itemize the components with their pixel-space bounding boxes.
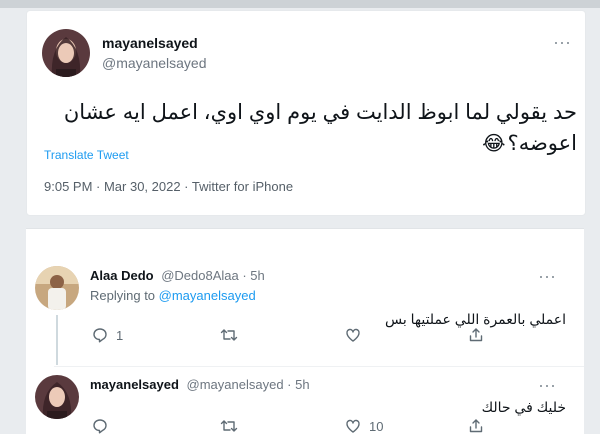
top-band xyxy=(0,0,600,8)
reply1-avatar-image xyxy=(35,266,79,310)
avatar-image xyxy=(42,29,90,77)
replies-section: Alaa Dedo @Dedo8Alaa · 5h ··· Replying t… xyxy=(26,228,584,434)
reply-icon xyxy=(93,419,107,434)
reply1-header: Alaa Dedo @Dedo8Alaa · 5h xyxy=(90,268,265,283)
reply2-like-count: 10 xyxy=(369,418,384,434)
more-dots-icon[interactable]: ··· xyxy=(553,33,571,51)
reply2-share-button[interactable] xyxy=(468,418,484,434)
reply2-avatar[interactable] xyxy=(35,375,79,419)
tweet-timestamp[interactable]: 9:05 PM · Mar 30, 2022 · Twitter for iPh… xyxy=(44,179,293,194)
share-icon xyxy=(469,328,483,342)
retweet-icon xyxy=(220,329,238,341)
reply-icon xyxy=(93,328,107,343)
replying-to-prefix: Replying to xyxy=(90,288,159,303)
reply2-header: mayanelsayed @mayanelsayed · 5h xyxy=(90,377,310,392)
tweet-text-line1: حد يقولي لما ابوظ الدايت في يوم اوي اوي،… xyxy=(63,101,577,124)
share-icon xyxy=(469,419,483,433)
reply2-author-name[interactable]: mayanelsayed xyxy=(90,377,179,392)
reply2-handle-time[interactable]: @mayanelsayed · 5h xyxy=(187,377,310,392)
author-handle[interactable]: @mayanelsayed xyxy=(102,55,207,71)
reply1-avatar[interactable] xyxy=(35,266,79,310)
reply1-more-dots-icon[interactable]: ··· xyxy=(538,267,556,285)
reply1-like-button[interactable] xyxy=(345,327,361,343)
reply1-retweet-button[interactable] xyxy=(220,327,238,343)
reply1-replying-to: Replying to @mayanelsayed xyxy=(90,288,256,303)
author-name[interactable]: mayanelsayed xyxy=(102,35,198,51)
retweet-icon xyxy=(220,420,238,432)
reply2-retweet-button[interactable] xyxy=(220,418,238,434)
reply-divider xyxy=(54,366,584,367)
reply2-like-button[interactable]: 10 xyxy=(345,418,383,434)
thread-line xyxy=(56,315,58,365)
reply1-reply-button[interactable]: 1 xyxy=(92,327,123,343)
reply1-text: اعملي بالعمرة اللي عملتيها بس xyxy=(385,311,566,327)
reply2-more-dots-icon[interactable]: ··· xyxy=(538,376,556,394)
reply2-avatar-image xyxy=(35,375,79,419)
replying-to-link[interactable]: @mayanelsayed xyxy=(159,288,256,303)
laughing-emoji-icon: 😂 xyxy=(482,133,506,155)
reply2-reply-button[interactable] xyxy=(92,418,108,434)
reply1-handle-time[interactable]: @Dedo8Alaa · 5h xyxy=(161,268,265,283)
reply1-reply-count: 1 xyxy=(116,327,124,343)
heart-icon xyxy=(346,419,360,433)
main-tweet-card: mayanelsayed @mayanelsayed ··· حد يقولي … xyxy=(26,10,586,216)
avatar[interactable] xyxy=(42,29,90,77)
translate-tweet-link[interactable]: Translate Tweet xyxy=(44,148,129,162)
reply1-author-name[interactable]: Alaa Dedo xyxy=(90,268,154,283)
reply2-text: خليك في حالك xyxy=(481,399,566,415)
heart-icon xyxy=(346,328,360,342)
tweet-text-line2-words: اعوضه؟ xyxy=(507,132,577,155)
reply1-share-button[interactable] xyxy=(468,327,484,343)
